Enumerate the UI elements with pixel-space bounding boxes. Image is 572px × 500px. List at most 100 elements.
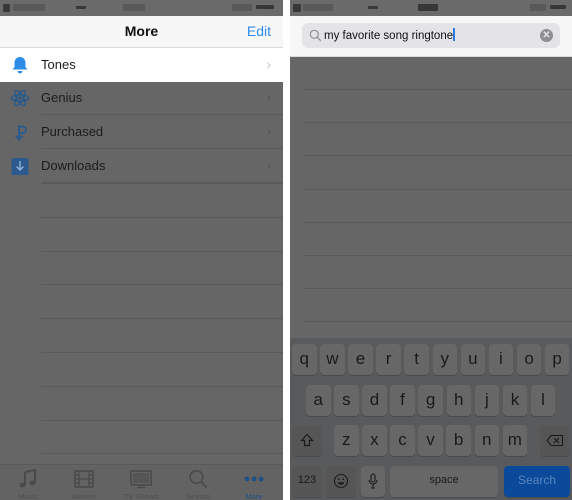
clear-icon[interactable]: ✕: [540, 29, 553, 42]
time-label: [418, 4, 438, 11]
row-divider: [41, 284, 283, 286]
row-divider: [303, 155, 572, 157]
key-g[interactable]: g: [418, 385, 443, 416]
row-divider: [41, 453, 283, 455]
key-p[interactable]: p: [544, 344, 570, 375]
key-m[interactable]: m: [502, 425, 528, 456]
key-h[interactable]: h: [446, 385, 471, 416]
row-divider: [41, 318, 283, 320]
search-query-container: my favorite song ringtone: [324, 28, 455, 42]
bell-icon: [12, 57, 28, 74]
chevron-right-icon: ›: [266, 56, 271, 72]
emoji-key[interactable]: [326, 466, 356, 497]
key-q[interactable]: q: [292, 344, 317, 375]
row-divider: [41, 419, 283, 421]
edit-button[interactable]: Edit: [247, 23, 271, 39]
key-y[interactable]: y: [432, 344, 457, 375]
dictation-key[interactable]: [361, 466, 385, 497]
row-divider: [41, 250, 283, 252]
tab-music[interactable]: Music: [0, 465, 56, 500]
tab-label: TV Shows: [123, 492, 159, 500]
row-divider: [303, 221, 572, 223]
chevron-right-icon: ›: [266, 157, 271, 173]
key-n[interactable]: n: [474, 425, 499, 456]
shift-icon: [300, 433, 314, 447]
shift-key[interactable]: [292, 425, 322, 456]
backspace-icon: [546, 434, 564, 447]
status-icons: [232, 4, 252, 11]
menu-item-label: Downloads: [41, 158, 106, 173]
key-k[interactable]: k: [502, 385, 528, 416]
status-bar: [0, 0, 283, 16]
tab-tv-shows[interactable]: TV Shows: [113, 465, 169, 500]
search-header: my favorite song ringtone ✕: [290, 16, 572, 57]
row-divider: [303, 255, 572, 256]
tab-label: Movies: [72, 492, 96, 500]
menu-item-tones[interactable]: Tones ›: [0, 48, 283, 82]
key-x[interactable]: x: [362, 425, 387, 456]
music-note-icon: [19, 469, 36, 488]
keyboard: q w e r t y u i o p a s d f g h j k l z x c v b n m 123 space Search: [290, 338, 572, 500]
menu-item-downloads[interactable]: Downloads ›: [0, 149, 283, 183]
emoji-icon: [333, 473, 349, 489]
row-divider: [303, 288, 572, 290]
menu-item-label: Genius: [41, 90, 83, 105]
key-v[interactable]: v: [418, 425, 443, 456]
key-d[interactable]: d: [362, 385, 387, 416]
search-icon: [189, 469, 208, 489]
key-l[interactable]: l: [530, 385, 556, 416]
key-o[interactable]: o: [516, 344, 542, 375]
carrier-label: [303, 4, 333, 11]
status-icons: [530, 4, 546, 11]
tab-more[interactable]: More: [226, 465, 282, 500]
key-s[interactable]: s: [334, 385, 359, 416]
row-divider: [303, 89, 572, 90]
atom-icon: [10, 89, 30, 107]
chevron-right-icon: ›: [266, 89, 271, 105]
backspace-key[interactable]: [540, 425, 570, 456]
key-r[interactable]: r: [376, 344, 401, 375]
page-title: More: [124, 23, 159, 39]
row-divider: [41, 352, 283, 353]
key-t[interactable]: t: [404, 344, 429, 375]
search-input[interactable]: my favorite song ringtone ✕: [302, 23, 560, 48]
search-key[interactable]: Search: [504, 466, 570, 497]
status-blob: [368, 6, 378, 9]
status-bar: [290, 0, 572, 16]
row-divider: [41, 385, 283, 387]
tab-movies[interactable]: Movies: [56, 465, 112, 500]
key-w[interactable]: w: [320, 344, 345, 375]
key-a[interactable]: a: [306, 385, 331, 416]
search-screen: my favorite song ringtone ✕ qwertyuiopas…: [290, 0, 572, 500]
row-divider: [303, 188, 572, 190]
key-c[interactable]: c: [390, 425, 415, 456]
battery-icon: [550, 5, 566, 9]
tv-icon: [130, 470, 152, 489]
search-query: my favorite song ringtone: [324, 30, 454, 42]
tab-label: Music: [18, 492, 38, 500]
download-icon: [11, 158, 29, 175]
key-f[interactable]: f: [390, 385, 415, 416]
numbers-key[interactable]: 123: [292, 466, 322, 497]
tab-label: Search: [186, 492, 210, 500]
key-e[interactable]: e: [348, 344, 373, 375]
key-j[interactable]: j: [474, 385, 500, 416]
tab-search[interactable]: Search: [170, 465, 226, 500]
film-icon: [74, 470, 94, 488]
menu-item-label: Purchased: [41, 124, 104, 139]
key-b[interactable]: b: [446, 425, 471, 456]
tab-label: More: [245, 492, 263, 500]
row-divider: [41, 216, 283, 218]
key-i[interactable]: i: [488, 344, 514, 375]
key-u[interactable]: u: [460, 344, 486, 375]
battery-icon: [256, 5, 274, 9]
menu-item-genius[interactable]: Genius ›: [0, 81, 283, 115]
space-key[interactable]: space: [390, 466, 498, 497]
key-z[interactable]: z: [334, 425, 359, 456]
menu-item-purchased[interactable]: Purchased ›: [0, 115, 283, 149]
menu-item-label: Tones: [41, 57, 76, 72]
back-to-app-icon: [3, 4, 10, 12]
microphone-icon: [368, 473, 378, 489]
more-screen: More Edit Tones › Genius › Purchased › D…: [0, 0, 283, 500]
row-divider: [303, 321, 572, 323]
